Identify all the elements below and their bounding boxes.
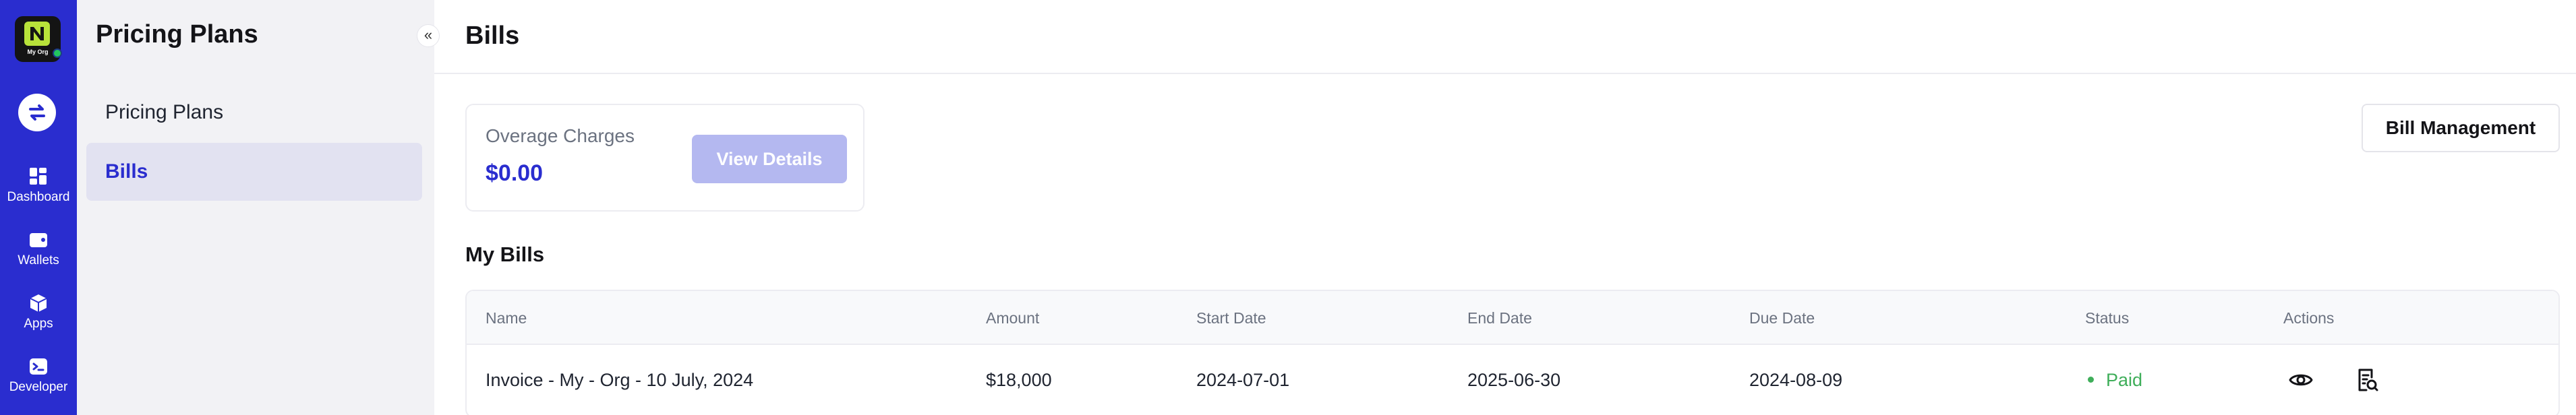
sidebar-title: Pricing Plans: [96, 20, 258, 49]
apps-icon: [30, 294, 47, 312]
bill-management-button[interactable]: Bill Management: [2362, 104, 2560, 152]
eye-icon: [2289, 374, 2313, 386]
rail-item-label: Dashboard: [7, 190, 70, 204]
sidebar-item-label: Bills: [105, 160, 148, 183]
rail-item-wallets[interactable]: Wallets: [0, 229, 77, 268]
bill-name: Invoice - My - Org - 10 July, 2024: [486, 370, 754, 390]
rail-item-label: Apps: [24, 317, 53, 331]
bills-table: Name Amount Start Date End Date Due Date…: [465, 290, 2560, 415]
page-title: Bills: [465, 22, 520, 50]
org-logo[interactable]: My Org: [15, 16, 62, 62]
table-row[interactable]: Invoice - My - Org - 10 July, 2024 $18,0…: [467, 345, 2558, 415]
bill-end-date: 2025-06-30: [1467, 370, 1561, 390]
rail-item-label: Developer: [9, 380, 68, 394]
section-title-my-bills: My Bills: [465, 243, 545, 266]
rail-item-developer[interactable]: Developer: [0, 356, 77, 395]
rail-item-dashboard[interactable]: Dashboard: [0, 166, 77, 205]
column-header-due-date[interactable]: Due Date: [1749, 291, 1815, 345]
column-header-end-date[interactable]: End Date: [1467, 291, 1532, 345]
sidebar-item-bills[interactable]: Bills: [86, 143, 422, 201]
switch-org-button[interactable]: [18, 94, 56, 131]
column-header-start-date[interactable]: Start Date: [1196, 291, 1266, 345]
receipt-search-icon: [2358, 369, 2378, 391]
online-status-dot: [53, 49, 62, 58]
main-content: Bills Overage Charges $0.00 View Details…: [434, 0, 2576, 415]
column-header-amount[interactable]: Amount: [986, 291, 1039, 345]
logo-mark-icon: [24, 22, 50, 46]
page-header: Bills: [434, 0, 2576, 74]
overage-amount: $0.00: [486, 160, 544, 186]
bill-start-date: 2024-07-01: [1196, 370, 1290, 390]
bill-due-date: 2024-08-09: [1749, 370, 1843, 390]
status-dot-icon: [2088, 377, 2094, 383]
status-label: Paid: [2106, 370, 2143, 390]
sidebar-item-pricing-plans[interactable]: Pricing Plans: [86, 84, 422, 141]
column-header-status[interactable]: Status: [2085, 291, 2129, 345]
rail-item-label: Wallets: [18, 253, 59, 267]
view-bill-button[interactable]: [2285, 364, 2317, 396]
secondary-sidebar: Pricing Plans « Pricing Plans Bills: [77, 0, 440, 415]
app-rail: My Org Dashboard Wallets Apps Developer: [0, 0, 77, 415]
overage-label: Overage Charges: [486, 125, 635, 146]
terminal-icon: [30, 358, 47, 375]
dashboard-icon: [30, 168, 47, 185]
sidebar-item-label: Pricing Plans: [105, 101, 224, 123]
table-header: Name Amount Start Date End Date Due Date…: [467, 291, 2558, 345]
inspect-bill-button[interactable]: [2351, 364, 2383, 396]
swap-icon: [29, 104, 45, 121]
status-badge: Paid: [2088, 345, 2142, 415]
overage-charges-card: Overage Charges $0.00 View Details: [465, 104, 865, 212]
column-header-name[interactable]: Name: [486, 291, 527, 345]
bill-amount: $18,000: [986, 370, 1052, 390]
wallet-icon: [30, 233, 47, 247]
double-chevron-left-icon: «: [423, 26, 433, 43]
column-header-actions: Actions: [2283, 309, 2335, 327]
view-details-button[interactable]: View Details: [692, 135, 847, 183]
rail-item-apps[interactable]: Apps: [0, 292, 77, 331]
